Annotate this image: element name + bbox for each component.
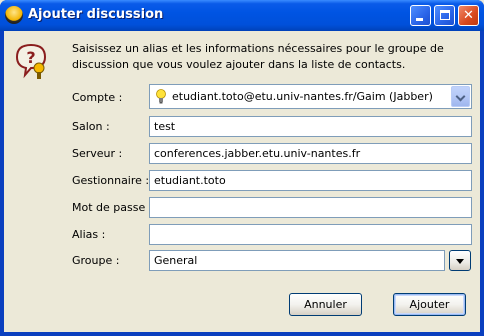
group-combobox-input[interactable]: General [149,250,445,271]
account-dropdown-button[interactable] [451,86,470,107]
account-value: etudiant.toto@etu.univ-nantes.fr/Gaim (J… [172,90,433,103]
window-title: Ajouter discussion [28,7,164,22]
minimize-icon [416,18,423,21]
add-button[interactable]: Ajouter [393,293,466,316]
chevron-down-icon [455,91,466,102]
dialog-window: Ajouter discussion ✕ ? Saisissez un alia… [0,0,484,336]
password-input[interactable] [149,197,472,218]
account-select[interactable]: etudiant.toto@etu.univ-nantes.fr/Gaim (J… [149,84,472,109]
alias-label: Alias : [72,228,106,241]
minimize-button[interactable] [410,5,431,26]
gestionnaire-label: Gestionnaire : [72,174,150,187]
instruction-text: Saisissez un alias et les informations n… [72,42,444,71]
close-button[interactable]: ✕ [458,5,479,26]
dialog-body: ? Saisissez un alias et les informations… [4,31,480,332]
salon-label: Salon : [72,120,110,133]
groupe-label: Groupe : [72,254,120,267]
cancel-button[interactable]: Annuler [289,293,362,316]
compte-label: Compte : [72,91,123,104]
triangle-down-icon [456,259,464,264]
account-bulb-icon [156,89,166,104]
title-bar[interactable]: Ajouter discussion ✕ [0,0,484,31]
password-label: Mot de passe : [72,201,153,214]
svg-text:?: ? [26,48,35,67]
room-input[interactable]: test [149,116,472,137]
serveur-label: Serveur : [72,147,123,160]
close-icon: ✕ [463,8,474,23]
app-icon [5,6,23,24]
maximize-button[interactable] [434,5,455,26]
server-input[interactable]: conferences.jabber.etu.univ-nantes.fr [149,143,472,164]
maximize-icon [440,10,450,20]
help-info-icon: ? [15,43,47,79]
handle-input[interactable]: etudiant.toto [149,170,472,191]
group-dropdown-button[interactable] [449,250,471,271]
alias-input[interactable] [149,224,472,245]
